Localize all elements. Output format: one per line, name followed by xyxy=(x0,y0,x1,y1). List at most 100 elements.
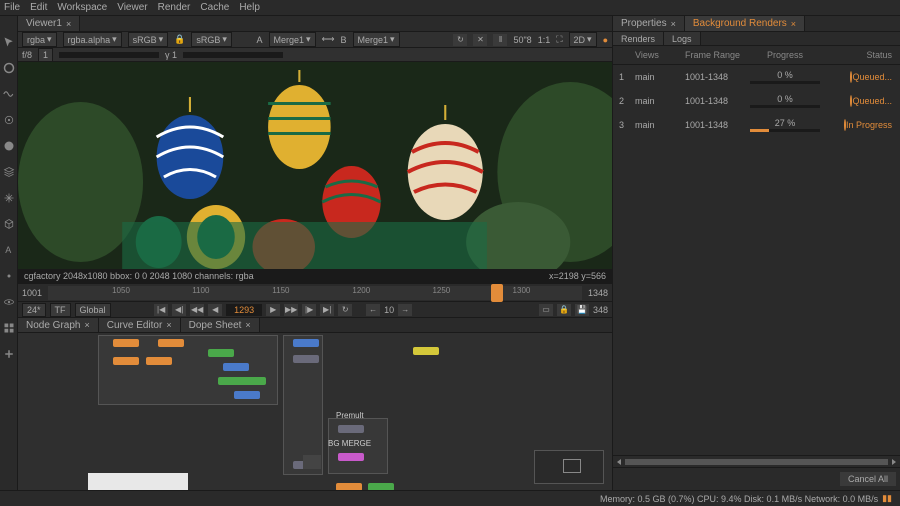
sparkle-icon[interactable] xyxy=(3,192,15,204)
menu-edit[interactable]: Edit xyxy=(30,2,47,13)
disc-icon[interactable] xyxy=(3,140,15,152)
play-icon[interactable]: ▶ xyxy=(266,304,280,316)
node[interactable] xyxy=(293,339,319,347)
cancel-all-button[interactable]: Cancel All xyxy=(840,472,896,486)
pause-icon[interactable]: ‖ xyxy=(493,34,507,46)
alpha-dropdown[interactable]: rgba.alpha ▾ xyxy=(63,32,122,47)
node[interactable] xyxy=(240,377,266,385)
tab-bg-renders[interactable]: Background Renders× xyxy=(685,16,805,31)
menu-render[interactable]: Render xyxy=(158,2,191,13)
thumbnail-node[interactable] xyxy=(303,455,321,469)
right-panel-subtabs: Renders Logs xyxy=(613,32,900,46)
eye-icon[interactable] xyxy=(3,296,15,308)
close-icon[interactable]: × xyxy=(66,19,71,29)
render-row[interactable]: 2main1001-13480 % Queued... xyxy=(613,89,900,113)
current-frame-input[interactable] xyxy=(226,304,262,316)
cross-icon[interactable]: ✕ xyxy=(473,34,487,46)
goto-end-icon[interactable]: ▶| xyxy=(320,304,334,316)
merge-a-dropdown[interactable]: Merge1 ▾ xyxy=(269,32,316,47)
refresh-icon[interactable]: ↻ xyxy=(453,34,467,46)
timeline-track[interactable]: 1050 1100 1150 1200 1250 1300 xyxy=(48,286,582,300)
mode-dropdown[interactable]: 2D ▾ xyxy=(569,32,597,47)
menu-help[interactable]: Help xyxy=(239,2,260,13)
render-views: main xyxy=(635,96,685,106)
node[interactable] xyxy=(223,363,249,371)
render-row[interactable]: 1main1001-13480 % Queued... xyxy=(613,65,900,89)
menu-cache[interactable]: Cache xyxy=(200,2,229,13)
target-icon[interactable] xyxy=(3,114,15,126)
backdrop-node[interactable] xyxy=(88,473,188,490)
step-fwd-icon[interactable]: |▶ xyxy=(302,304,316,316)
menu-viewer[interactable]: Viewer xyxy=(117,2,147,13)
subtab-logs[interactable]: Logs xyxy=(664,32,701,45)
lock-timeline-icon[interactable]: 🔒 xyxy=(557,304,571,316)
tab-curveeditor[interactable]: Curve Editor× xyxy=(99,318,181,332)
fps-dropdown[interactable]: 24* xyxy=(22,303,46,317)
lock-icon[interactable]: 🔒 xyxy=(174,34,185,45)
node-graph[interactable]: Premult BG MERGE xyxy=(18,333,612,490)
node[interactable] xyxy=(338,453,364,461)
close-icon[interactable]: × xyxy=(791,19,796,29)
step-back-icon[interactable]: ◀| xyxy=(172,304,186,316)
pointer-icon[interactable] xyxy=(3,36,15,48)
menu-workspace[interactable]: Workspace xyxy=(57,2,107,13)
node[interactable] xyxy=(113,339,139,347)
tab-nodegraph[interactable]: Node Graph× xyxy=(18,318,99,332)
node[interactable] xyxy=(234,391,260,399)
viewer-tabbar: Viewer1 × xyxy=(18,16,612,32)
plus-icon[interactable] xyxy=(3,348,15,360)
fstop-value[interactable]: 1 xyxy=(38,48,53,62)
close-icon[interactable]: × xyxy=(166,320,171,330)
prev-key-icon[interactable]: ◀◀ xyxy=(190,304,204,316)
scope-dropdown[interactable]: Global xyxy=(75,303,111,317)
node[interactable] xyxy=(293,355,319,363)
play-back-icon[interactable]: ◀ xyxy=(208,304,222,316)
wave-icon[interactable] xyxy=(3,88,15,100)
close-icon[interactable]: × xyxy=(671,19,676,29)
node[interactable] xyxy=(336,483,362,490)
goto-start-icon[interactable]: |◀ xyxy=(154,304,168,316)
jump-fwd-icon[interactable]: → xyxy=(398,304,412,316)
channel-dropdown[interactable]: rgba ▾ xyxy=(22,32,57,47)
subtab-renders[interactable]: Renders xyxy=(613,32,664,45)
close-icon[interactable]: × xyxy=(245,320,250,330)
right-panel-tabs: Properties× Background Renders× xyxy=(613,16,900,32)
layers-icon[interactable] xyxy=(3,166,15,178)
tf-dropdown[interactable]: TF xyxy=(50,303,71,317)
render-id: 3 xyxy=(613,120,635,130)
playhead[interactable] xyxy=(491,284,503,302)
tab-dopesheet[interactable]: Dope Sheet× xyxy=(181,318,260,332)
node[interactable] xyxy=(113,357,139,365)
tab-viewer1[interactable]: Viewer1 × xyxy=(18,16,80,31)
colorspace2-dropdown[interactable]: sRGB ▾ xyxy=(191,32,232,47)
merge-b-dropdown[interactable]: Merge1 ▾ xyxy=(353,32,400,47)
save-icon[interactable]: 💾 xyxy=(575,304,589,316)
viewer-canvas[interactable] xyxy=(18,62,612,269)
expand-icon[interactable]: ⛶ xyxy=(556,34,562,45)
node[interactable] xyxy=(158,339,184,347)
clip-icon[interactable]: ▭ xyxy=(539,304,553,316)
tab-properties[interactable]: Properties× xyxy=(613,16,685,31)
cube-icon[interactable] xyxy=(3,218,15,230)
minimap[interactable] xyxy=(534,450,604,484)
horizontal-scrollbar[interactable] xyxy=(613,455,900,467)
next-key-icon[interactable]: ▶▶ xyxy=(284,304,298,316)
loop-icon[interactable]: ↻ xyxy=(338,304,352,316)
node[interactable] xyxy=(208,349,234,357)
render-row[interactable]: 3main1001-134827 % In Progress xyxy=(613,113,900,137)
node[interactable] xyxy=(338,425,364,433)
jump-back-icon[interactable]: ← xyxy=(366,304,380,316)
menu-file[interactable]: File xyxy=(4,2,20,13)
grid-icon[interactable] xyxy=(3,322,15,334)
timeline[interactable]: 1001 1050 1100 1150 1200 1250 1300 1348 xyxy=(18,283,612,301)
colorspace-dropdown[interactable]: sRGB ▾ xyxy=(128,32,169,47)
close-icon[interactable]: × xyxy=(84,320,89,330)
swap-icon[interactable]: ⟷ xyxy=(322,34,335,45)
circle-icon[interactable] xyxy=(3,62,15,74)
progress-bar xyxy=(750,129,820,132)
dot-icon[interactable] xyxy=(3,270,15,282)
node[interactable] xyxy=(413,347,439,355)
node[interactable] xyxy=(368,483,394,490)
text-icon[interactable]: A xyxy=(3,244,15,256)
node[interactable] xyxy=(146,357,172,365)
